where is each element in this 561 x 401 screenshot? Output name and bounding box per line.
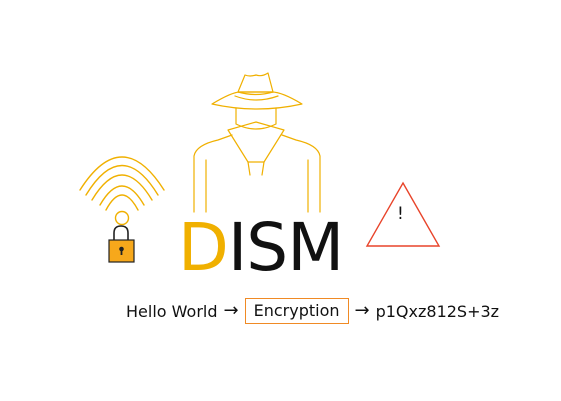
plaintext-label: Hello World: [126, 301, 218, 321]
encryption-box: Encryption: [244, 298, 349, 324]
arrow-icon: →: [354, 300, 370, 321]
ciphertext-label: p1Qxz812S+3z: [375, 301, 500, 321]
warning-triangle-icon: [365, 181, 441, 247]
encryption-flow: Hello World → Encryption → p1Qxz812S+3z: [126, 297, 499, 325]
dism-title: DISM: [178, 215, 344, 281]
arrow-icon: →: [223, 300, 239, 321]
title-rest: ISM: [227, 209, 344, 286]
dism-diagram: ! DISM Hello World → Encryption → p1Qxz8…: [0, 0, 561, 401]
title-first-letter: D: [178, 209, 229, 286]
warning-mark: !: [397, 204, 404, 224]
